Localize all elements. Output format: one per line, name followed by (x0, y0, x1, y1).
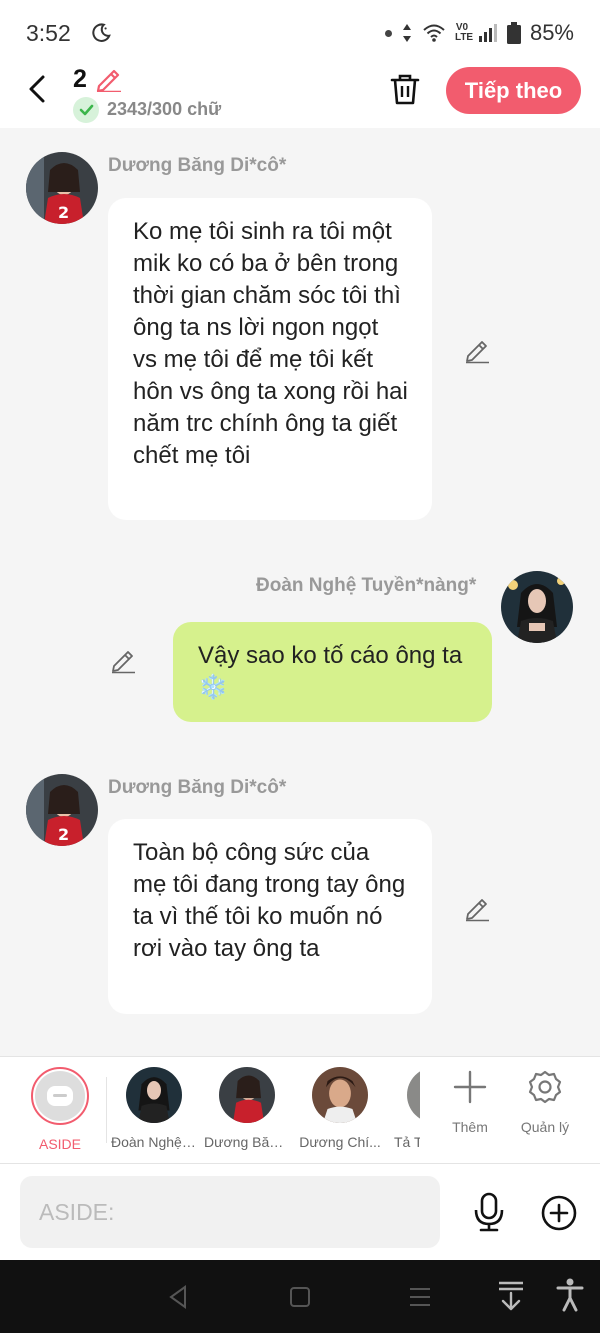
character-label: Tả T (394, 1134, 420, 1150)
avatar (407, 1067, 420, 1123)
sender-name: Đoàn Nghệ Tuyền*nàng* (256, 575, 477, 596)
edit-message-icon[interactable] (464, 338, 490, 364)
aside-chat-icon (47, 1086, 73, 1106)
message-bubble[interactable]: Ko mẹ tôi sinh ra tôi một mik ko có ba ở… (108, 198, 432, 520)
episode-count: 2 (73, 65, 87, 93)
svg-text:2: 2 (58, 825, 69, 844)
character-aside[interactable]: ASIDE (17, 1067, 103, 1152)
editor-header: 2 2343/300 chữ Tiếp theo (0, 62, 600, 128)
wifi-icon (423, 24, 445, 42)
character-label: Dương Chí... (299, 1134, 381, 1150)
add-character-button[interactable]: Thêm (435, 1069, 505, 1135)
volte-icon: V0 LTE (454, 22, 474, 43)
aside-avatar (31, 1067, 89, 1125)
battery-percent: 85% (529, 20, 574, 45)
character-doan-nghe-tuyen[interactable]: Đoàn Nghệ Tuyền*nàng* (111, 1067, 197, 1150)
avatar (312, 1067, 368, 1123)
gear-icon (528, 1070, 562, 1104)
character-duong-bang-di[interactable]: Dương Băng Di*cô* (204, 1067, 290, 1150)
status-indicators: V0 LTE 85% (384, 20, 574, 46)
avatar-duong-bang-di[interactable]: 2 (26, 774, 98, 846)
manage-characters-button[interactable]: Quản lý (510, 1069, 580, 1135)
back-arrow-icon[interactable] (24, 74, 50, 104)
plus-icon (453, 1070, 487, 1104)
message-bubble[interactable]: Vậy sao ko tố cáo ông ta ❄️ (173, 622, 492, 722)
status-bar: 3:52 V0 LTE 85% (0, 0, 600, 62)
divider (106, 1077, 107, 1143)
avatar-doan-nghe-tuyen[interactable] (501, 571, 573, 643)
sender-name: Dương Băng Di*cô* (108, 155, 287, 176)
notification-dot-icon (384, 29, 392, 37)
battery-icon (506, 22, 521, 44)
character-label: Đoàn Nghệ Tuyền*nàng* (111, 1134, 197, 1150)
nav-back-icon[interactable] (166, 1284, 190, 1310)
system-navigation-bar (0, 1260, 600, 1333)
add-label: Thêm (452, 1119, 488, 1135)
trash-icon[interactable] (389, 72, 421, 106)
edit-message-icon[interactable] (110, 648, 136, 674)
microphone-icon[interactable] (470, 1192, 508, 1232)
aside-label: ASIDE (38, 1136, 81, 1152)
next-button[interactable]: Tiếp theo (446, 67, 581, 114)
svg-text:2: 2 (58, 203, 69, 222)
message-bubble[interactable]: Toàn bộ công sức của mẹ tôi đang trong t… (108, 819, 432, 1014)
character-duong-chi[interactable]: Dương Chí... (297, 1067, 383, 1150)
compose-area (0, 1164, 600, 1260)
nav-menu-icon[interactable] (408, 1286, 432, 1308)
avatar (126, 1067, 182, 1123)
signal-icon (478, 24, 497, 42)
character-selector: ASIDE Đoàn Nghệ Tuyền*nàng* Dương Băng D… (0, 1056, 600, 1164)
do-not-disturb-icon (92, 23, 111, 42)
edit-title-icon[interactable] (94, 66, 122, 92)
word-count: 2343/300 chữ (107, 99, 222, 119)
data-arrows-icon (402, 24, 411, 42)
check-icon (73, 97, 99, 123)
character-ta-t[interactable]: Tả T (390, 1067, 420, 1150)
nav-home-icon[interactable] (288, 1285, 312, 1309)
sender-name: Dương Băng Di*cô* (108, 777, 287, 798)
accessibility-icon[interactable] (556, 1278, 584, 1312)
avatar-duong-bang-di[interactable]: 2 (26, 152, 98, 224)
character-label: Dương Băng Di*cô* (204, 1134, 290, 1150)
add-content-icon[interactable] (540, 1194, 578, 1232)
message-input[interactable] (20, 1176, 440, 1248)
manage-label: Quản lý (520, 1119, 570, 1135)
avatar (219, 1067, 275, 1123)
status-time: 3:52 (26, 20, 71, 46)
edit-message-icon[interactable] (464, 896, 490, 922)
nav-download-icon[interactable] (497, 1280, 525, 1312)
